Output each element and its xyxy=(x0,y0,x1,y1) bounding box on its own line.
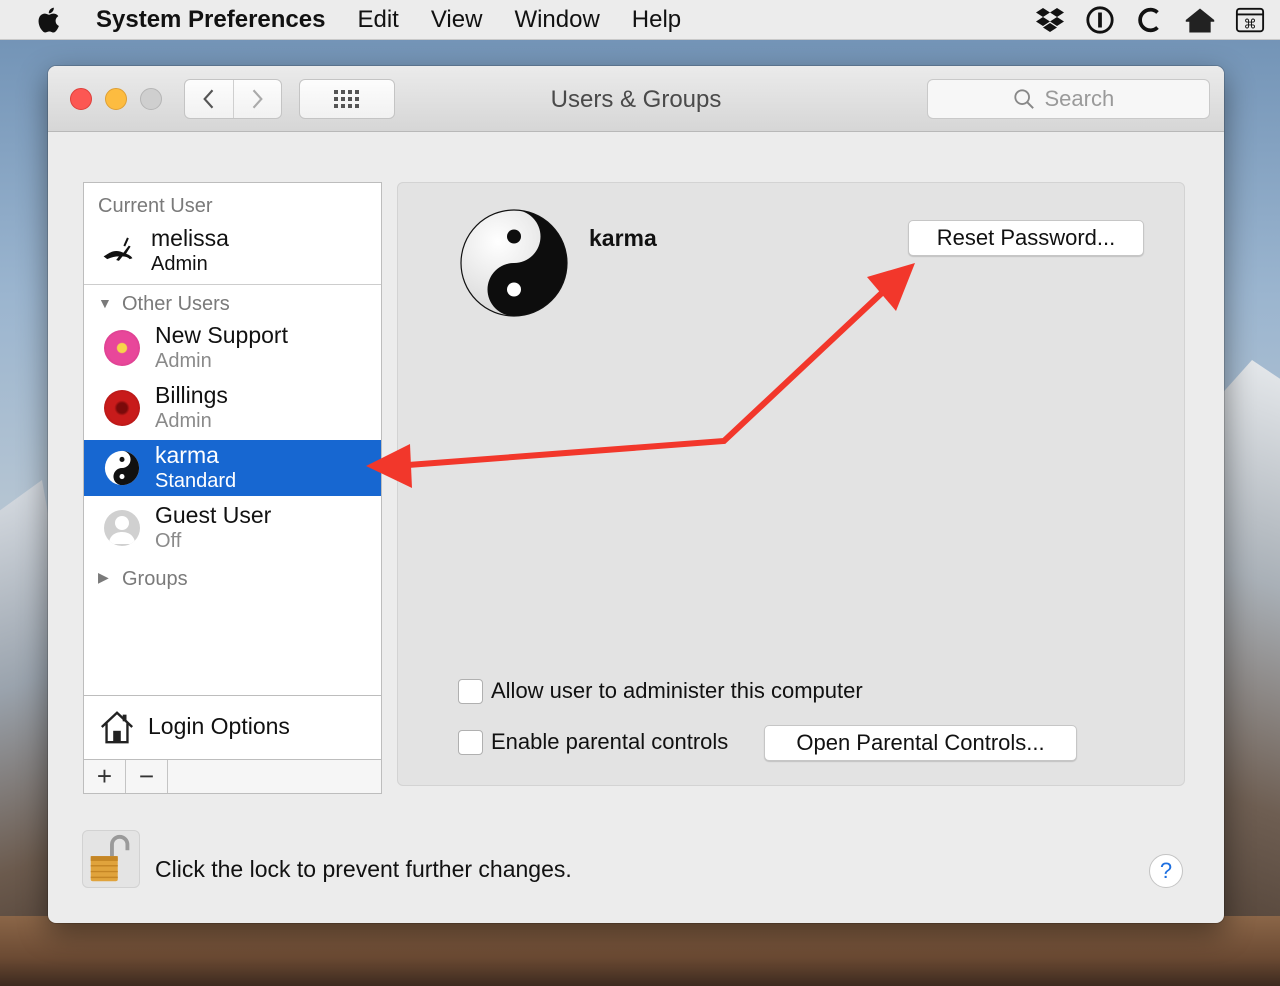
menu-app-name[interactable]: System Preferences xyxy=(92,6,341,34)
yin-yang-large-icon[interactable] xyxy=(458,207,570,319)
menu-bar: System Preferences Edit View Window Help… xyxy=(0,0,1280,40)
groups-label[interactable]: Groups xyxy=(122,568,188,591)
current-user-role: Admin xyxy=(151,253,208,275)
user-role: Standard xyxy=(155,470,237,492)
parental-controls-row[interactable]: Enable parental controls xyxy=(458,729,728,755)
current-user-name: melissa xyxy=(151,225,229,251)
add-remove-bar: + − xyxy=(84,759,381,793)
search-input[interactable] xyxy=(1044,86,1125,112)
apple-menu-icon[interactable] xyxy=(36,6,64,34)
login-options-label: Login Options xyxy=(148,713,290,739)
menu-window[interactable]: Window xyxy=(498,6,615,34)
parental-controls-label: Enable parental controls xyxy=(491,729,729,754)
yin-yang-avatar-icon xyxy=(104,450,140,486)
user-role: Admin xyxy=(155,410,212,432)
dropbox-icon[interactable] xyxy=(1034,4,1066,36)
user-row-billings[interactable]: Billings Admin xyxy=(84,380,381,436)
menu-help[interactable]: Help xyxy=(616,6,697,34)
user-role: Off xyxy=(155,530,182,552)
lock-status-text: Click the lock to prevent further change… xyxy=(155,856,572,882)
title-bar: Users & Groups xyxy=(48,66,1224,132)
menu-extras: ⌘ xyxy=(1034,4,1266,36)
remove-user-button[interactable]: − xyxy=(126,760,168,793)
user-name: New Support xyxy=(155,322,288,348)
menu-edit[interactable]: Edit xyxy=(341,6,414,34)
users-sidebar: Current User melissa Admin ▼ Other Users… xyxy=(83,182,382,794)
user-name: Guest User xyxy=(155,502,272,528)
allow-admin-checkbox[interactable] xyxy=(458,678,483,704)
add-user-button[interactable]: + xyxy=(84,760,126,793)
help-button[interactable]: ? xyxy=(1149,854,1183,888)
open-parental-controls-button[interactable]: Open Parental Controls... xyxy=(764,725,1077,761)
current-user-label: Current User xyxy=(98,195,213,217)
rabbit-avatar-icon xyxy=(100,233,136,269)
user-role: Admin xyxy=(155,350,212,372)
triangle-right-icon[interactable]: ▶ xyxy=(98,569,109,586)
desktop-ground xyxy=(0,916,1280,986)
1password-icon[interactable] xyxy=(1084,4,1116,36)
parental-controls-checkbox[interactable] xyxy=(458,729,483,755)
allow-admin-label: Allow user to administer this computer xyxy=(491,678,863,703)
allow-admin-row[interactable]: Allow user to administer this computer xyxy=(458,678,863,704)
home-icon[interactable] xyxy=(1184,4,1216,36)
sidebar-divider xyxy=(84,284,381,285)
search-icon xyxy=(1013,89,1034,109)
menu-view[interactable]: View xyxy=(415,6,499,34)
login-options-row[interactable]: Login Options xyxy=(84,695,381,757)
user-row-new-support[interactable]: New Support Admin xyxy=(84,320,381,376)
users-groups-window: Users & Groups Current User melissa Admi… xyxy=(48,66,1224,923)
selected-user-name: karma xyxy=(589,225,657,251)
other-users-label: Other Users xyxy=(122,293,230,315)
user-name: Billings xyxy=(155,382,228,408)
reset-password-button[interactable]: Reset Password... xyxy=(908,220,1144,256)
command-key-icon[interactable]: ⌘ xyxy=(1234,4,1266,36)
user-row-karma[interactable]: karma Standard xyxy=(84,440,381,496)
guest-avatar-icon xyxy=(104,510,140,546)
search-field[interactable] xyxy=(927,79,1210,119)
unlocked-lock-icon[interactable] xyxy=(82,830,140,888)
user-detail-panel: karma Reset Password... Allow user to ad… xyxy=(397,182,1185,786)
flower-avatar-icon xyxy=(104,330,140,366)
user-row-guest[interactable]: Guest User Off xyxy=(84,500,381,556)
svg-text:⌘: ⌘ xyxy=(1243,17,1256,32)
c-app-icon[interactable] xyxy=(1134,4,1166,36)
user-name: karma xyxy=(155,442,219,468)
triangle-down-icon[interactable]: ▼ xyxy=(98,295,112,311)
user-row-current[interactable]: melissa Admin xyxy=(84,223,381,279)
house-icon xyxy=(98,708,136,746)
rose-avatar-icon xyxy=(104,390,140,426)
